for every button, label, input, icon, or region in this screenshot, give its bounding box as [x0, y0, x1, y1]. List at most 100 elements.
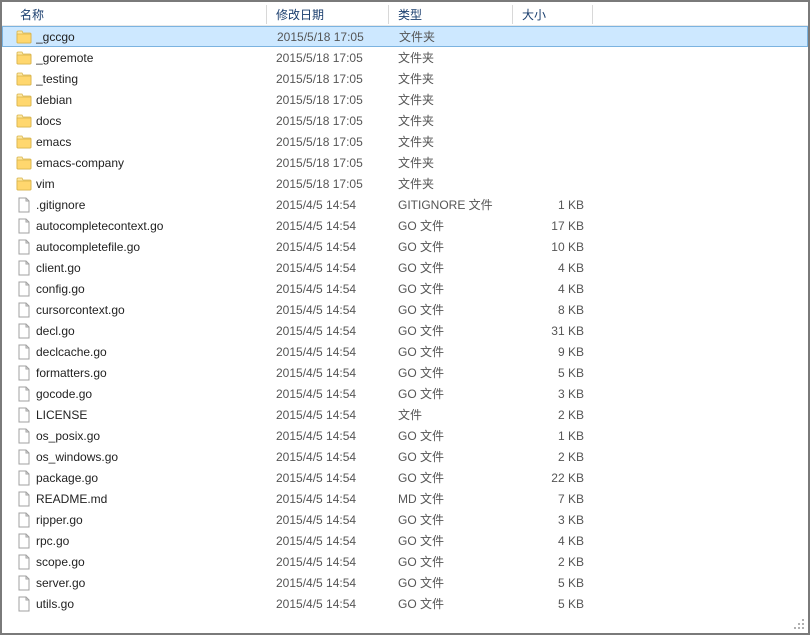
column-header-type[interactable]: 类型	[390, 2, 514, 27]
item-date: 2015/4/5 14:54	[268, 387, 390, 401]
list-item[interactable]: vim2015/5/18 17:05文件夹	[2, 173, 808, 194]
list-item[interactable]: README.md2015/4/5 14:54MD 文件7 KB	[2, 488, 808, 509]
folder-icon	[16, 29, 32, 45]
item-date: 2015/5/18 17:05	[268, 177, 390, 191]
folder-icon	[16, 113, 32, 129]
item-date: 2015/4/5 14:54	[268, 198, 390, 212]
item-size: 8 KB	[514, 303, 594, 317]
list-item[interactable]: formatters.go2015/4/5 14:54GO 文件5 KB	[2, 362, 808, 383]
item-type: 文件夹	[391, 28, 515, 45]
item-name: formatters.go	[36, 366, 107, 380]
item-date: 2015/4/5 14:54	[268, 429, 390, 443]
list-item[interactable]: client.go2015/4/5 14:54GO 文件4 KB	[2, 257, 808, 278]
item-type: GO 文件	[390, 511, 514, 528]
folder-icon	[16, 176, 32, 192]
item-name: emacs-company	[36, 156, 124, 170]
item-date: 2015/4/5 14:54	[268, 282, 390, 296]
item-date: 2015/5/18 17:05	[268, 51, 390, 65]
list-item[interactable]: docs2015/5/18 17:05文件夹	[2, 110, 808, 131]
list-item[interactable]: server.go2015/4/5 14:54GO 文件5 KB	[2, 572, 808, 593]
item-date: 2015/5/18 17:05	[268, 156, 390, 170]
file-icon	[16, 302, 32, 318]
item-size: 2 KB	[514, 450, 594, 464]
item-date: 2015/4/5 14:54	[268, 261, 390, 275]
item-name: _goremote	[36, 51, 93, 65]
folder-icon	[16, 134, 32, 150]
list-item[interactable]: autocompletecontext.go2015/4/5 14:54GO 文…	[2, 215, 808, 236]
item-type: GO 文件	[390, 259, 514, 276]
item-type: 文件夹	[390, 70, 514, 87]
item-date: 2015/5/18 17:05	[269, 30, 391, 44]
column-header: 名称 修改日期 类型 大小	[2, 2, 808, 26]
item-type: GO 文件	[390, 469, 514, 486]
item-name: scope.go	[36, 555, 85, 569]
item-name: README.md	[36, 492, 107, 506]
file-icon	[16, 575, 32, 591]
file-icon	[16, 386, 32, 402]
item-size: 3 KB	[514, 387, 594, 401]
item-type: GO 文件	[390, 364, 514, 381]
file-icon	[16, 344, 32, 360]
item-size: 2 KB	[514, 555, 594, 569]
folder-icon	[16, 155, 32, 171]
list-item[interactable]: _goremote2015/5/18 17:05文件夹	[2, 47, 808, 68]
file-icon	[16, 407, 32, 423]
list-item[interactable]: package.go2015/4/5 14:54GO 文件22 KB	[2, 467, 808, 488]
item-date: 2015/4/5 14:54	[268, 324, 390, 338]
list-item[interactable]: cursorcontext.go2015/4/5 14:54GO 文件8 KB	[2, 299, 808, 320]
list-item[interactable]: autocompletefile.go2015/4/5 14:54GO 文件10…	[2, 236, 808, 257]
list-item[interactable]: gocode.go2015/4/5 14:54GO 文件3 KB	[2, 383, 808, 404]
item-date: 2015/4/5 14:54	[268, 597, 390, 611]
list-item[interactable]: emacs-company2015/5/18 17:05文件夹	[2, 152, 808, 173]
item-size: 5 KB	[514, 597, 594, 611]
item-name: debian	[36, 93, 72, 107]
list-item[interactable]: scope.go2015/4/5 14:54GO 文件2 KB	[2, 551, 808, 572]
file-icon	[16, 512, 32, 528]
file-icon	[16, 218, 32, 234]
item-name: emacs	[36, 135, 71, 149]
item-size: 4 KB	[514, 534, 594, 548]
list-item[interactable]: declcache.go2015/4/5 14:54GO 文件9 KB	[2, 341, 808, 362]
list-item[interactable]: LICENSE2015/4/5 14:54文件2 KB	[2, 404, 808, 425]
list-item[interactable]: config.go2015/4/5 14:54GO 文件4 KB	[2, 278, 808, 299]
list-item[interactable]: decl.go2015/4/5 14:54GO 文件31 KB	[2, 320, 808, 341]
item-size: 5 KB	[514, 366, 594, 380]
list-item[interactable]: .gitignore2015/4/5 14:54GITIGNORE 文件1 KB	[2, 194, 808, 215]
item-date: 2015/4/5 14:54	[268, 576, 390, 590]
list-item[interactable]: utils.go2015/4/5 14:54GO 文件5 KB	[2, 593, 808, 614]
column-header-size[interactable]: 大小	[514, 2, 594, 27]
item-name: ripper.go	[36, 513, 83, 527]
list-item[interactable]: os_windows.go2015/4/5 14:54GO 文件2 KB	[2, 446, 808, 467]
file-icon	[16, 554, 32, 570]
item-name: cursorcontext.go	[36, 303, 125, 317]
file-icon	[16, 428, 32, 444]
file-icon	[16, 491, 32, 507]
item-type: MD 文件	[390, 490, 514, 507]
column-header-name[interactable]: 名称	[2, 2, 268, 27]
item-date: 2015/4/5 14:54	[268, 492, 390, 506]
resize-grip-icon	[792, 617, 806, 631]
file-icon	[16, 239, 32, 255]
list-item[interactable]: _gccgo2015/5/18 17:05文件夹	[2, 26, 808, 47]
list-item[interactable]: emacs2015/5/18 17:05文件夹	[2, 131, 808, 152]
list-item[interactable]: debian2015/5/18 17:05文件夹	[2, 89, 808, 110]
list-item[interactable]: rpc.go2015/4/5 14:54GO 文件4 KB	[2, 530, 808, 551]
item-name: decl.go	[36, 324, 75, 338]
item-name: autocompletefile.go	[36, 240, 140, 254]
item-name: _testing	[36, 72, 78, 86]
item-name: autocompletecontext.go	[36, 219, 163, 233]
list-item[interactable]: ripper.go2015/4/5 14:54GO 文件3 KB	[2, 509, 808, 530]
item-date: 2015/4/5 14:54	[268, 240, 390, 254]
item-name: rpc.go	[36, 534, 69, 548]
item-size: 17 KB	[514, 219, 594, 233]
list-item[interactable]: _testing2015/5/18 17:05文件夹	[2, 68, 808, 89]
item-name: server.go	[36, 576, 85, 590]
list-item[interactable]: os_posix.go2015/4/5 14:54GO 文件1 KB	[2, 425, 808, 446]
file-icon	[16, 260, 32, 276]
item-size: 1 KB	[514, 429, 594, 443]
column-header-date[interactable]: 修改日期	[268, 2, 390, 27]
item-date: 2015/4/5 14:54	[268, 303, 390, 317]
item-size: 10 KB	[514, 240, 594, 254]
file-icon	[16, 197, 32, 213]
file-icon	[16, 596, 32, 612]
